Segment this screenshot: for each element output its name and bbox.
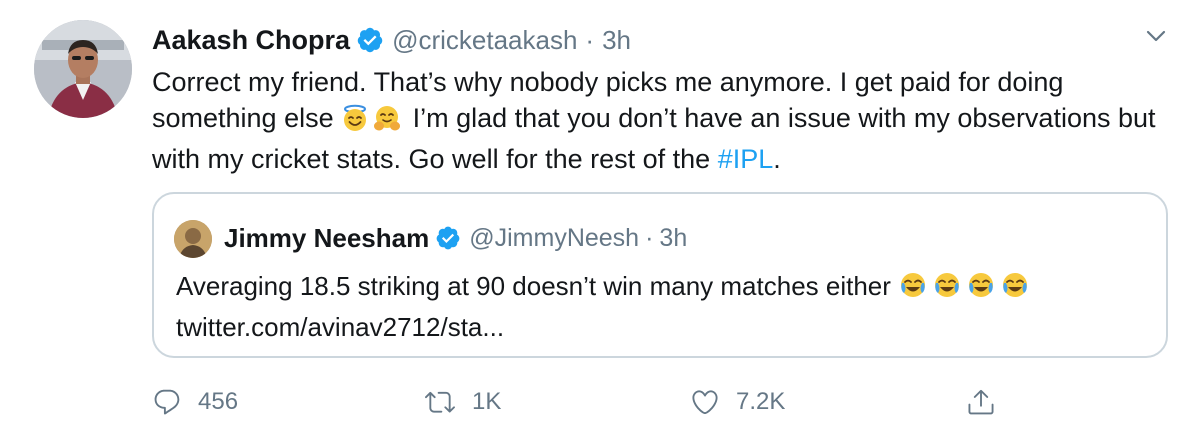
like-count: 7.2K (736, 388, 786, 415)
like-button[interactable]: 7.2K (690, 380, 785, 424)
retweet-button[interactable]: 1K (424, 380, 501, 424)
face-with-tears-of-joy-icon (966, 270, 996, 309)
quoted-tweet-link[interactable]: twitter.com/avinav2712/sta... (176, 312, 504, 342)
verified-badge-icon (356, 26, 384, 54)
author-avatar[interactable] (34, 20, 132, 118)
tears-of-joy-emoji-group (898, 271, 1034, 301)
reply-count: 456 (198, 388, 239, 415)
separator-dot: · (645, 223, 654, 252)
face-with-tears-of-joy-icon (1000, 270, 1030, 309)
quoted-tweet-text-main: Averaging 18.5 striking at 90 doesn’t wi… (176, 271, 899, 301)
verified-badge-icon (435, 225, 461, 251)
quoted-tweet-text: Averaging 18.5 striking at 90 doesn’t wi… (176, 268, 1146, 345)
hugging-face-icon (373, 104, 401, 141)
heart-icon (690, 387, 720, 417)
tweet-header: Aakash Chopra @cricketaakash · 3h (152, 22, 631, 58)
quoted-tweet[interactable]: Jimmy Neesham @JimmyNeesh · 3h Averaging… (152, 192, 1168, 358)
tweet-text: Correct my friend. That’s why nobody pic… (152, 64, 1182, 177)
smiling-face-with-halo-icon (341, 104, 369, 141)
quoted-author-avatar[interactable] (174, 220, 212, 258)
hashtag-link[interactable]: #IPL (718, 144, 774, 174)
reply-button[interactable]: 456 (152, 380, 238, 424)
tweet-timestamp[interactable]: 3h (602, 25, 631, 56)
retweet-count: 1K (472, 388, 502, 415)
tweet-action-bar: 456 1K 7.2K (0, 380, 1200, 424)
author-handle[interactable]: @cricketaakash (392, 25, 577, 56)
chevron-down-icon[interactable] (1144, 24, 1168, 48)
author-display-name[interactable]: Aakash Chopra (152, 25, 350, 56)
separator-dot: · (585, 24, 595, 55)
quoted-author-display-name[interactable]: Jimmy Neesham (224, 223, 429, 254)
face-with-tears-of-joy-icon (932, 270, 962, 309)
quoted-author-handle[interactable]: @JimmyNeesh (469, 224, 639, 253)
quoted-tweet-header: Jimmy Neesham @JimmyNeesh · 3h (224, 220, 687, 256)
tweet-text-part3: . (773, 144, 781, 174)
tweet-card[interactable]: Aakash Chopra @cricketaakash · 3h Correc… (0, 0, 1200, 436)
retweet-arrows-icon (424, 387, 456, 417)
share-upload-icon (966, 387, 996, 417)
comment-bubble-icon (152, 387, 182, 417)
share-button[interactable] (966, 380, 996, 424)
quoted-tweet-timestamp[interactable]: 3h (659, 224, 687, 253)
face-with-tears-of-joy-icon (898, 270, 928, 309)
